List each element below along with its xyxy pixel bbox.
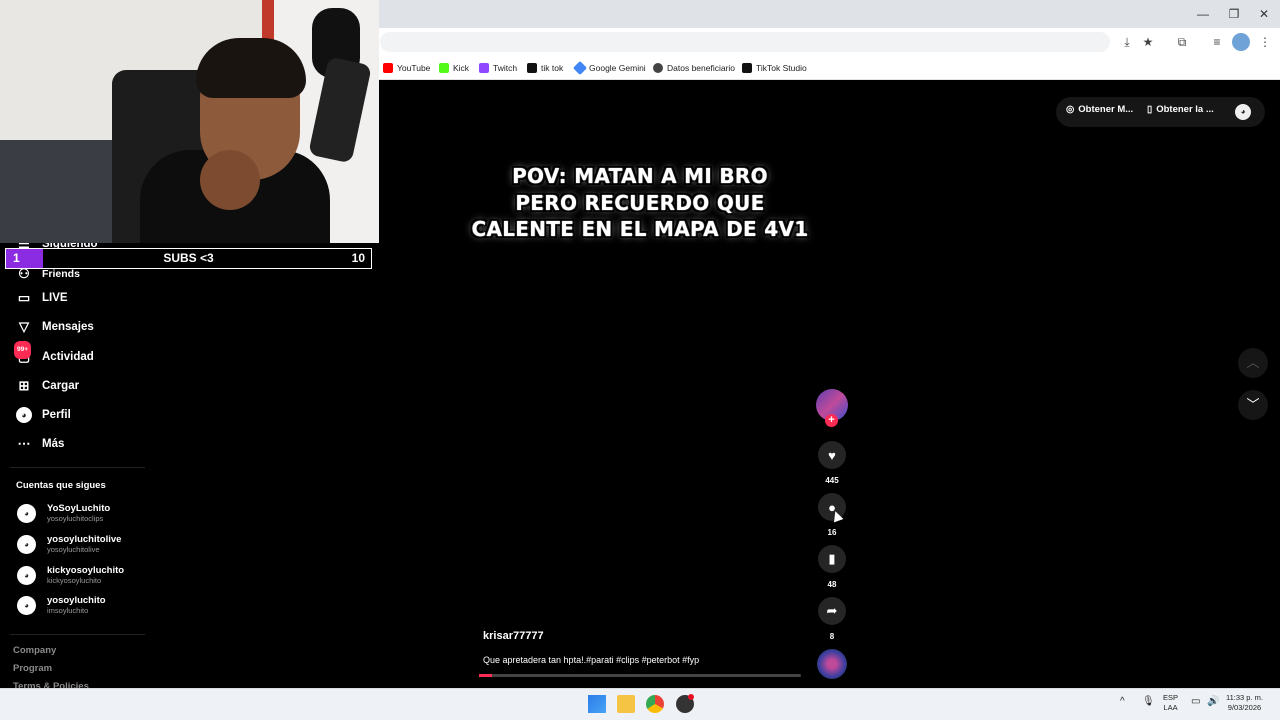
- desktop: — ❐ ✕ ⤓ ★ ⧉ ≡ ⋮ YouTube Kick Twitch tik …: [0, 0, 1280, 720]
- messages-icon: ▽: [19, 319, 29, 334]
- sidebar-item-live[interactable]: ▭ LIVE: [16, 287, 68, 309]
- gemini-icon: [572, 60, 588, 76]
- bookmark-datos-beneficiario[interactable]: Datos beneficiario: [653, 60, 735, 76]
- save-button[interactable]: ▮: [818, 545, 846, 573]
- footer-link-company[interactable]: Company: [13, 645, 56, 656]
- live-icon: ▭: [17, 290, 31, 305]
- video-progress-fill: [479, 674, 492, 677]
- save-count: 48: [827, 580, 837, 589]
- bookmark-kick[interactable]: Kick: [439, 60, 469, 76]
- close-button[interactable]: ✕: [1249, 4, 1279, 24]
- browser-menu-icon[interactable]: ⋮: [1256, 33, 1274, 51]
- sidebar-item-messages[interactable]: ▽ Mensajes: [16, 316, 94, 338]
- share-button[interactable]: ➦: [818, 597, 846, 625]
- avatar: ◕: [17, 595, 36, 615]
- avatar: ◕: [17, 503, 36, 523]
- avatar: ◕: [17, 534, 36, 554]
- sidebar-item-activity[interactable]: ▢99+ Actividad: [14, 341, 94, 368]
- profile-icon: ◕: [16, 407, 32, 423]
- taskbar: [0, 688, 1280, 720]
- bookmark-icon: ▮: [828, 551, 836, 566]
- address-bar[interactable]: [380, 32, 1110, 52]
- subs-goal-target: 10: [351, 251, 365, 265]
- bookmark-twitch[interactable]: Twitch: [479, 60, 517, 76]
- language-indicator[interactable]: ESP LAA: [1163, 693, 1178, 713]
- youtube-icon: [383, 63, 393, 73]
- video-author[interactable]: krisar77777: [483, 630, 544, 642]
- share-icon: ➦: [826, 603, 838, 618]
- tray-chevron-icon[interactable]: ^: [1120, 697, 1125, 707]
- followed-account[interactable]: ◕ yosoyluchitolive yosoyluchitolive: [17, 531, 121, 557]
- windows-start-icon[interactable]: [588, 695, 606, 713]
- bookmark-youtube[interactable]: YouTube: [383, 60, 430, 76]
- chrome-icon[interactable]: [646, 695, 664, 713]
- kick-icon: [439, 63, 449, 73]
- profile-avatar-icon[interactable]: [1232, 33, 1250, 51]
- tiktok-icon: [527, 63, 537, 73]
- get-coins-button[interactable]: ◎ Obtener M...: [1066, 104, 1133, 115]
- extensions-icon[interactable]: ⧉: [1173, 33, 1191, 51]
- tiktok-studio-icon: [742, 63, 752, 73]
- subs-goal-bar: SUBS <3 1 10: [5, 248, 372, 269]
- comment-count: 16: [827, 528, 837, 537]
- sidebar-item-more[interactable]: ⋯ Más: [16, 433, 65, 455]
- heart-icon: ♥: [828, 447, 836, 463]
- get-app-button[interactable]: ▯ Obtener la ...: [1147, 104, 1214, 115]
- following-section-title: Cuentas que sigues: [16, 480, 106, 491]
- followed-account[interactable]: ◕ yosoyluchito imsoyluchito: [17, 592, 106, 618]
- sidebar-item-upload[interactable]: ⊞ Cargar: [16, 375, 80, 397]
- chevron-down-icon: ﹀: [1246, 397, 1260, 412]
- follow-button[interactable]: +: [825, 414, 838, 427]
- minimize-button[interactable]: —: [1188, 4, 1218, 24]
- microphone-icon[interactable]: 🎙: [1142, 697, 1155, 707]
- volume-icon[interactable]: 🔊: [1207, 697, 1219, 707]
- previous-video-button[interactable]: ︿: [1238, 348, 1268, 378]
- video-progress-bar[interactable]: [479, 674, 801, 677]
- upload-icon: ⊞: [18, 378, 30, 393]
- bookmark-gemini[interactable]: Google Gemini: [572, 60, 646, 76]
- activity-icon: ▢99+: [14, 341, 32, 365]
- sidebar-divider: [10, 634, 145, 635]
- avatar: ◕: [17, 565, 36, 585]
- sidebar-item-profile[interactable]: ◕ Perfil: [16, 404, 71, 426]
- globe-icon: [653, 63, 663, 73]
- user-avatar[interactable]: ◕: [1235, 104, 1251, 120]
- media-controls-icon[interactable]: ≡: [1208, 33, 1226, 51]
- followed-account[interactable]: ◕ YoSoyLuchito yosoyluchitoclips: [17, 500, 110, 526]
- restore-button[interactable]: ❐: [1219, 4, 1249, 24]
- bookmark-star-icon[interactable]: ★: [1139, 33, 1157, 51]
- activity-badge: 99+: [14, 341, 32, 359]
- twitch-icon: [479, 63, 489, 73]
- share-count: 8: [829, 632, 835, 641]
- like-count: 445: [825, 476, 839, 485]
- webcam-overlay: [0, 0, 379, 243]
- bookmark-tiktok[interactable]: tik tok: [527, 60, 563, 76]
- footer-link-program[interactable]: Program: [13, 663, 52, 674]
- video-caption: Que apretadera tan hpta!.#parati #clips …: [483, 655, 700, 665]
- more-icon: ⋯: [17, 436, 31, 451]
- next-video-button[interactable]: ﹀: [1238, 390, 1268, 420]
- subs-goal-label: SUBS <3: [163, 251, 214, 265]
- notification-dot: [688, 694, 694, 700]
- music-disc[interactable]: [817, 649, 847, 679]
- subs-goal-current: 1: [13, 251, 20, 265]
- chevron-up-icon: ︿: [1246, 355, 1260, 370]
- like-button[interactable]: ♥: [818, 441, 846, 469]
- sidebar-divider: [10, 467, 145, 468]
- phone-icon: ▯: [1147, 104, 1153, 115]
- video-overlay-text: POV: MATAN A MI BRO PERO RECUERDO QUE CA…: [471, 164, 809, 241]
- clock[interactable]: 11:33 p. m. 9/03/2026: [1226, 693, 1263, 713]
- followed-account[interactable]: ◕ kickyosoyluchito kickyosoyluchito: [17, 562, 124, 588]
- coin-icon: ◎: [1066, 104, 1075, 115]
- network-icon[interactable]: ▭: [1191, 697, 1200, 707]
- install-app-icon[interactable]: ⤓: [1118, 33, 1136, 51]
- bookmark-tiktok-studio[interactable]: TikTok Studio: [742, 60, 807, 76]
- file-explorer-icon[interactable]: [617, 695, 635, 713]
